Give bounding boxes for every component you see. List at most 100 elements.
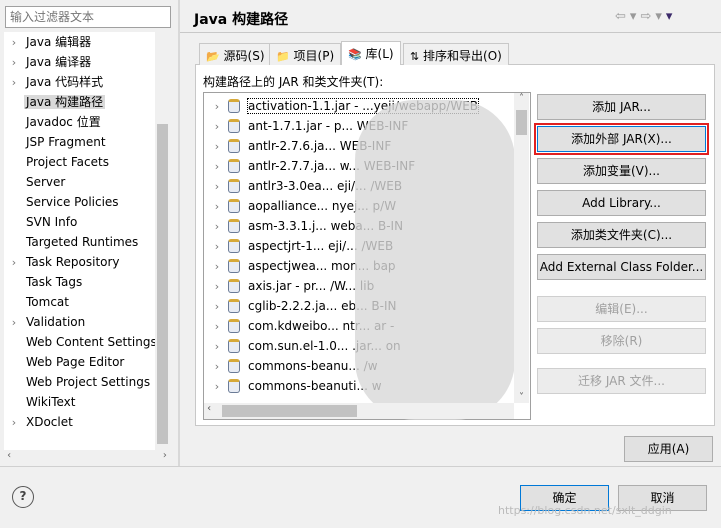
chevron-right-icon[interactable]: › bbox=[206, 197, 228, 216]
filter-input[interactable] bbox=[5, 6, 171, 28]
tab-1[interactable]: 📁 项目(P) bbox=[269, 43, 342, 65]
chevron-right-icon[interactable]: › bbox=[206, 177, 228, 196]
sidebar-item[interactable]: Java 构建路径 bbox=[4, 92, 106, 112]
tab-2[interactable]: 📚 库(L) bbox=[341, 41, 401, 65]
sidebar-item[interactable]: SVN Info bbox=[4, 212, 79, 232]
sidebar-item-label: Java 编译器 bbox=[26, 55, 92, 69]
tab-label: 排序和导出(O) bbox=[423, 49, 502, 63]
jar-icon bbox=[228, 239, 240, 253]
chevron-right-icon[interactable]: › bbox=[206, 377, 228, 396]
source-folder-icon: 📂 bbox=[206, 50, 220, 63]
chevron-right-icon[interactable]: › bbox=[4, 313, 24, 333]
chevron-right-icon[interactable]: › bbox=[206, 237, 228, 256]
action-button[interactable]: 添加外部 JAR(X)... bbox=[534, 123, 709, 155]
action-button[interactable]: Add Library... bbox=[537, 190, 706, 216]
chevron-right-icon[interactable]: › bbox=[206, 317, 228, 336]
chevron-right-icon[interactable]: › bbox=[206, 137, 228, 156]
list-vertical-scrollbar[interactable]: ˄ ˅ bbox=[514, 93, 529, 403]
scroll-thumb[interactable] bbox=[222, 405, 357, 417]
separator bbox=[180, 32, 721, 33]
chevron-right-icon[interactable]: › bbox=[206, 337, 228, 356]
sidebar-item[interactable]: WikiText bbox=[4, 392, 78, 412]
tab-3[interactable]: ⇅ 排序和导出(O) bbox=[403, 43, 509, 65]
action-button[interactable]: 添加变量(V)... bbox=[537, 158, 706, 184]
action-button[interactable]: 添加类文件夹(C)... bbox=[537, 222, 706, 248]
chevron-right-icon[interactable]: › bbox=[206, 297, 228, 316]
redacted-area bbox=[355, 100, 515, 420]
sidebar-item-label: Project Facets bbox=[26, 155, 109, 169]
chevron-right-icon[interactable]: › bbox=[206, 277, 228, 296]
sidebar-item[interactable]: JSP Fragment bbox=[4, 132, 108, 152]
action-button[interactable]: Add External Class Folder... bbox=[537, 254, 706, 280]
sidebar-item-label: Java 构建路径 bbox=[24, 95, 106, 109]
jar-icon bbox=[228, 319, 240, 333]
chevron-right-icon[interactable]: › bbox=[4, 53, 24, 73]
jar-icon bbox=[228, 279, 240, 293]
sidebar-item[interactable]: Web Page Editor bbox=[4, 352, 126, 372]
chevron-right-icon[interactable]: › bbox=[4, 253, 24, 273]
action-button[interactable]: 添加 JAR... bbox=[537, 94, 706, 120]
sidebar-item[interactable]: Targeted Runtimes bbox=[4, 232, 140, 252]
sidebar-item[interactable]: Task Tags bbox=[4, 272, 84, 292]
order-export-icon: ⇅ bbox=[410, 50, 420, 63]
sidebar-item[interactable]: › XDoclet bbox=[4, 412, 75, 432]
sidebar-item[interactable]: Web Content Settings bbox=[4, 332, 159, 352]
tab-0[interactable]: 📂 源码(S) bbox=[199, 43, 272, 65]
sidebar-item-label: SVN Info bbox=[26, 215, 78, 229]
chevron-right-icon[interactable]: › bbox=[206, 97, 228, 116]
sidebar-item[interactable]: Web Project Settings bbox=[4, 372, 152, 392]
sidebar-item[interactable]: Service Policies bbox=[4, 192, 121, 212]
sidebar-item-label: Java 代码样式 bbox=[26, 75, 104, 89]
jar-icon bbox=[228, 139, 240, 153]
jar-icon bbox=[228, 219, 240, 233]
sidebar-item[interactable]: › Validation bbox=[4, 312, 87, 332]
chevron-right-icon[interactable]: › bbox=[4, 413, 24, 433]
tab-label: 库(L) bbox=[365, 47, 394, 61]
jar-icon bbox=[228, 159, 240, 173]
chevron-right-icon[interactable]: › bbox=[206, 157, 228, 176]
chevron-right-icon[interactable]: › bbox=[206, 257, 228, 276]
sidebar-item-label: Validation bbox=[26, 315, 86, 329]
sidebar-item-label: Web Project Settings bbox=[26, 375, 151, 389]
help-icon[interactable]: ? bbox=[12, 486, 34, 508]
action-button: 移除(R) bbox=[537, 328, 706, 354]
project-folder-icon: 📁 bbox=[276, 50, 290, 63]
sidebar-item-label: Task Tags bbox=[26, 275, 83, 289]
sidebar-item[interactable]: › Java 编辑器 bbox=[4, 32, 93, 52]
sidebar-item[interactable]: Javadoc 位置 bbox=[4, 112, 103, 132]
chevron-right-icon[interactable]: › bbox=[206, 117, 228, 136]
jar-icon bbox=[228, 379, 240, 393]
divider bbox=[178, 0, 180, 466]
chevron-right-icon[interactable]: › bbox=[4, 73, 24, 93]
nav-arrows[interactable]: ⇦▾⇨▾▾ bbox=[615, 9, 676, 24]
sidebar-item-label: Web Page Editor bbox=[26, 355, 125, 369]
sidebar-item-label: Web Content Settings bbox=[26, 335, 157, 349]
list-horizontal-scrollbar[interactable]: ‹ bbox=[204, 403, 514, 419]
sidebar-item[interactable]: Server bbox=[4, 172, 67, 192]
sidebar-item[interactable]: › Java 代码样式 bbox=[4, 72, 105, 92]
library-icon: 📚 bbox=[348, 48, 362, 61]
chevron-right-icon[interactable]: › bbox=[206, 357, 228, 376]
jar-icon bbox=[228, 119, 240, 133]
back-icon[interactable]: ⇦ bbox=[615, 9, 630, 24]
sidebar-item[interactable]: Tomcat bbox=[4, 292, 71, 312]
dropdown-icon[interactable]: ▾ bbox=[655, 9, 666, 24]
chevron-right-icon[interactable]: › bbox=[4, 33, 24, 53]
sidebar-item[interactable]: › Task Repository bbox=[4, 252, 122, 272]
chevron-right-icon[interactable]: › bbox=[206, 217, 228, 236]
sidebar-item-label: Task Repository bbox=[26, 255, 120, 269]
page-title: Java 构建路径 bbox=[194, 12, 289, 28]
apply-button[interactable]: 应用(A) bbox=[624, 436, 713, 462]
tree-vertical-scrollbar[interactable] bbox=[155, 32, 170, 450]
tree-horizontal-scrollbar[interactable]: ‹ › bbox=[4, 450, 170, 465]
sidebar-item-label: WikiText bbox=[26, 395, 76, 409]
jar-icon bbox=[228, 99, 240, 113]
menu-icon[interactable]: ▾ bbox=[666, 9, 677, 24]
forward-icon[interactable]: ⇨ bbox=[640, 9, 655, 24]
dropdown-icon[interactable]: ▾ bbox=[630, 9, 641, 24]
sidebar-item[interactable]: › Java 编译器 bbox=[4, 52, 93, 72]
scroll-thumb[interactable] bbox=[157, 124, 168, 444]
sidebar-item[interactable]: Project Facets bbox=[4, 152, 111, 172]
jar-icon bbox=[228, 259, 240, 273]
sidebar-item-label: Javadoc 位置 bbox=[26, 115, 101, 129]
